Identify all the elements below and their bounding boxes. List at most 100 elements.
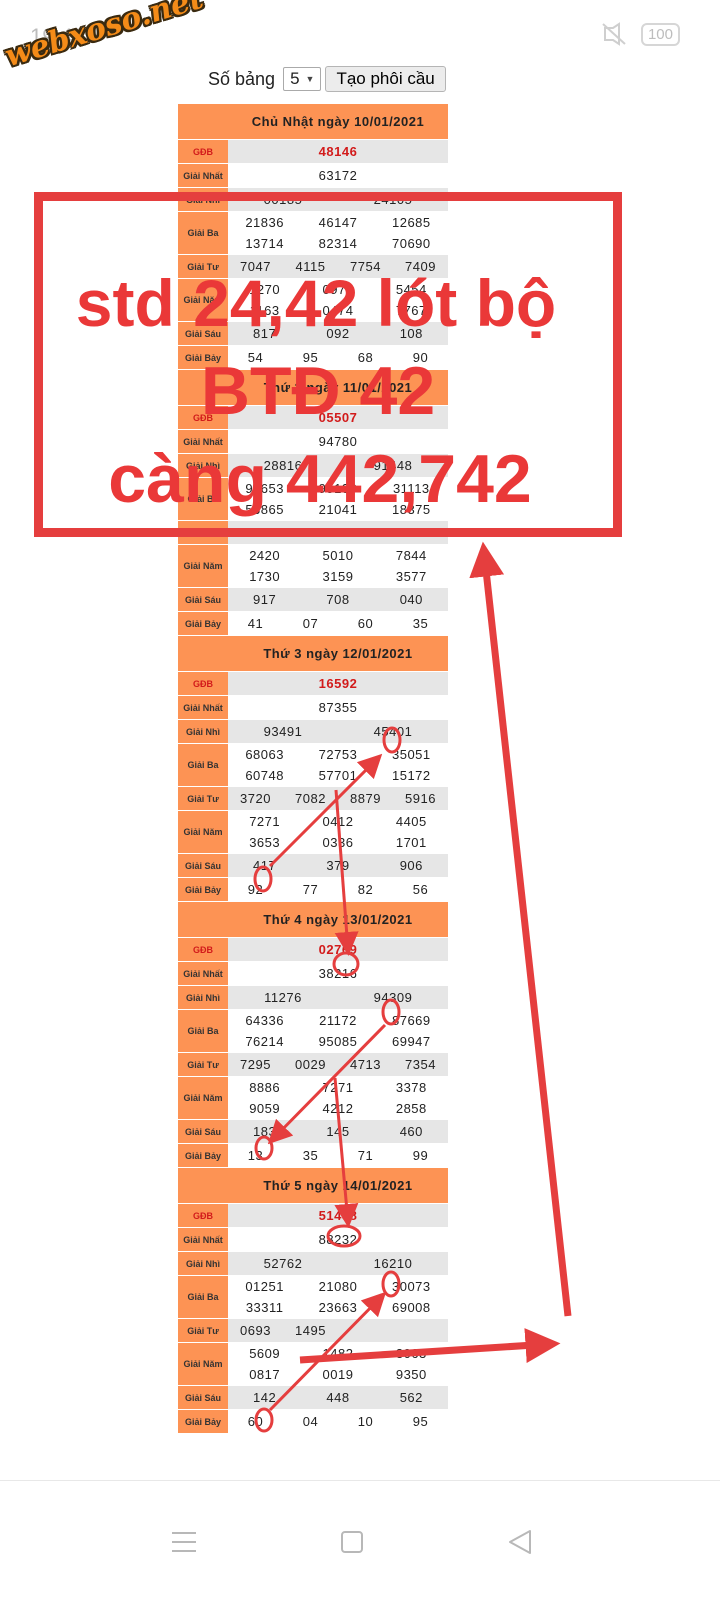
prize-values: 7295 0029 4713 7354 bbox=[228, 1053, 448, 1077]
prize-number: 2858 bbox=[395, 1101, 427, 1116]
prize-label: Giải Bảy bbox=[178, 1144, 228, 1168]
prize-number: 69947 bbox=[391, 1034, 431, 1049]
prize-values: 8886 7271 3378 9059 4212 2858 bbox=[228, 1077, 448, 1120]
prize-values: 63172 bbox=[228, 164, 448, 188]
prize-number: 92 bbox=[247, 882, 264, 897]
header-label-cell bbox=[178, 104, 228, 140]
prize-number: 10 bbox=[357, 1414, 374, 1429]
prize-row: Giải Năm 2420 5010 7844 1730 3159 3577 bbox=[178, 545, 448, 588]
prize-values: 0693 1495 bbox=[228, 1319, 448, 1343]
prize-row: Giải Sáu 917 708 040 bbox=[178, 588, 448, 612]
prize-number: 1482 bbox=[322, 1346, 354, 1361]
prize-number: 68063 bbox=[245, 747, 284, 762]
prize-number: 0412 bbox=[322, 814, 354, 829]
prize-number: 15172 bbox=[391, 768, 431, 783]
prize-number: 142 bbox=[253, 1390, 277, 1405]
prize-number: 16592 bbox=[318, 676, 358, 691]
prize-label: Giải Sáu bbox=[178, 1386, 228, 1410]
prize-number: 45401 bbox=[373, 724, 413, 739]
prize-number: 040 bbox=[399, 592, 423, 607]
prize-label: Giải Bảy bbox=[178, 1410, 228, 1434]
prize-row: Giải Ba 01251 21080 30073 33311 23663 69008 bbox=[178, 1276, 448, 1319]
prize-number: 52762 bbox=[263, 1256, 303, 1271]
day-title: Chủ Nhật ngày 10/01/2021 bbox=[228, 104, 448, 140]
prize-label: Giải Sáu bbox=[178, 588, 228, 612]
prize-row: Giải Nhì 11276 94309 bbox=[178, 986, 448, 1010]
prize-number: 1495 bbox=[295, 1323, 326, 1338]
so-bang-select-value: 5 bbox=[290, 69, 300, 88]
prize-values: 183 145 460 bbox=[228, 1120, 448, 1144]
prize-row: Giải Tư 0693 1495 bbox=[178, 1319, 448, 1343]
prize-values: 5609 1482 3063 0817 0019 9350 bbox=[228, 1343, 448, 1386]
prize-number: 3720 bbox=[240, 791, 271, 806]
prize-label: Giải Nhì bbox=[178, 986, 228, 1010]
prize-number: 5010 bbox=[322, 548, 354, 563]
prize-number: 94309 bbox=[373, 990, 413, 1005]
day-table: Thứ 5 ngày 14/01/2021 GĐB 51438 Giải Nhất 88… bbox=[178, 1168, 448, 1434]
prize-number: 7354 bbox=[405, 1057, 436, 1072]
prize-number: 1730 bbox=[249, 569, 281, 584]
prize-label: GĐB bbox=[178, 1204, 228, 1228]
prize-number: 60 bbox=[357, 616, 374, 631]
prize-number: 35051 bbox=[391, 747, 431, 762]
prize-number: 0817 bbox=[249, 1367, 281, 1382]
menu-icon[interactable] bbox=[162, 1520, 206, 1564]
prize-number: 2420 bbox=[249, 548, 281, 563]
prize-number: 95085 bbox=[318, 1034, 358, 1049]
prize-number: 71 bbox=[357, 1148, 374, 1163]
prize-label: GĐB bbox=[178, 938, 228, 962]
prize-values: 7271 0412 4405 3653 0336 1701 bbox=[228, 811, 448, 854]
prize-row: Giải Bảy 41 07 60 35 bbox=[178, 612, 448, 636]
prize-number: 07 bbox=[302, 616, 319, 631]
prize-number: 3653 bbox=[249, 835, 281, 850]
prize-number: 4405 bbox=[395, 814, 427, 829]
prize-number: 56 bbox=[412, 882, 429, 897]
prize-number: 93491 bbox=[263, 724, 303, 739]
prize-values: 16592 bbox=[228, 672, 448, 696]
prize-number: 77 bbox=[302, 882, 319, 897]
prize-label: Giải Sáu bbox=[178, 854, 228, 878]
prize-number: 63172 bbox=[318, 168, 358, 183]
annotation-line-1: std 24,42 lót bộ bbox=[75, 266, 557, 340]
prize-label: Giải Năm bbox=[178, 1343, 228, 1386]
prize-number: 7271 bbox=[249, 814, 281, 829]
prize-number: 448 bbox=[326, 1390, 350, 1405]
prize-values: 3720 7082 8879 5916 bbox=[228, 787, 448, 811]
prize-number: 3378 bbox=[395, 1080, 427, 1095]
prize-label: Giải Năm bbox=[178, 1077, 228, 1120]
prize-row: GĐB 16592 bbox=[178, 672, 448, 696]
mute-icon bbox=[602, 22, 626, 46]
prize-label: Giải Sáu bbox=[178, 1120, 228, 1144]
prize-number: 562 bbox=[399, 1390, 423, 1405]
prize-number: 3577 bbox=[395, 569, 427, 584]
prize-row: Giải Tư 7295 0029 4713 7354 bbox=[178, 1053, 448, 1077]
prize-number: 3063 bbox=[395, 1346, 427, 1361]
arrow-large bbox=[469, 541, 572, 1317]
tao-phoi-cau-button[interactable]: Tạo phôi cầu bbox=[325, 66, 446, 92]
prize-row: Giải Năm 8886 7271 3378 9059 4212 2858 bbox=[178, 1077, 448, 1120]
prize-label: Giải Nhì bbox=[178, 720, 228, 744]
prize-values: 02769 bbox=[228, 938, 448, 962]
prize-row: Giải Năm 7271 0412 4405 3653 0336 1701 bbox=[178, 811, 448, 854]
day-table: Thứ 4 ngày 13/01/2021 GĐB 02769 Giải Nhất 38… bbox=[178, 902, 448, 1168]
prize-number: 02769 bbox=[318, 942, 358, 957]
home-icon[interactable] bbox=[330, 1520, 374, 1564]
prize-number: 64336 bbox=[245, 1013, 284, 1028]
so-bang-select[interactable]: 5 ▼ bbox=[283, 67, 322, 91]
prize-row: Giải Nhì 93491 45401 bbox=[178, 720, 448, 744]
prize-number: 69008 bbox=[391, 1300, 431, 1315]
prize-number: 7082 bbox=[295, 791, 326, 806]
prize-row: GĐB 51438 bbox=[178, 1204, 448, 1228]
prize-label: Giải Bảy bbox=[178, 878, 228, 902]
prize-label: Giải Nhất bbox=[178, 164, 228, 188]
prize-label: Giải Ba bbox=[178, 1010, 228, 1053]
back-icon[interactable] bbox=[498, 1520, 542, 1564]
prize-number: 95 bbox=[412, 1414, 429, 1429]
chevron-down-icon: ▼ bbox=[305, 74, 315, 84]
prize-label: GĐB bbox=[178, 672, 228, 696]
prize-values: 417 379 906 bbox=[228, 854, 448, 878]
prize-row: GĐB 48146 bbox=[178, 140, 448, 164]
header-label-cell bbox=[178, 902, 228, 938]
prize-number: 0029 bbox=[295, 1057, 326, 1072]
prize-row: Giải Nhất 88232 bbox=[178, 1228, 448, 1252]
